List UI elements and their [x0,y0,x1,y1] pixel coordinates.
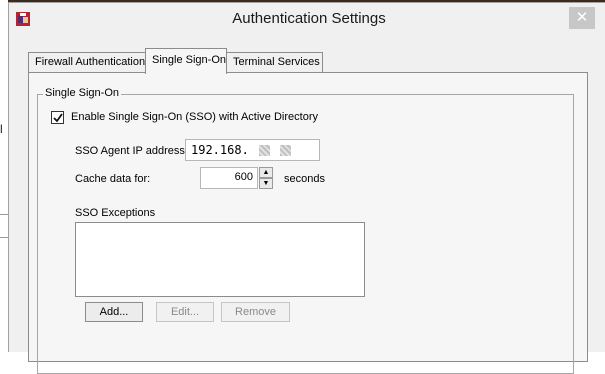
background-divider [0,214,8,215]
checkmark-icon [53,113,63,123]
add-exception-button[interactable]: Add... [85,302,143,322]
spin-up-icon[interactable]: ▲ [259,167,273,178]
cache-unit-label: seconds [284,173,325,185]
cache-label: Cache data for: [75,173,151,185]
cache-duration-spinner: ▲ ▼ [259,167,273,189]
edit-button-label: Edit... [170,306,200,318]
authentication-settings-dialog: Authentication Settings ✕ Firewall Authe… [8,2,605,374]
enable-sso-checkbox[interactable] [51,111,64,124]
dialog-title: Authentication Settings [232,10,386,27]
sso-group-label: Single Sign-On [43,87,121,99]
single-sign-on-panel: Single Sign-On Enable Single Sign-On (SS… [28,72,588,374]
tab-label: Firewall Authentication [35,56,146,68]
enable-sso-label[interactable]: Enable Single Sign-On (SSO) with Active … [71,111,318,123]
agent-ip-value: 192.168. [191,143,249,157]
background-window-strip [0,0,8,352]
background-text-fragment: l [0,122,3,136]
cache-value: 600 [234,171,253,183]
tab-label: Single Sign-On [152,54,226,66]
agent-ip-label: SSO Agent IP address: [75,145,188,157]
remove-exception-button[interactable]: Remove [221,302,290,322]
add-button-label: Add... [99,306,129,318]
tab-terminal-services[interactable]: Terminal Services [226,52,323,73]
cache-duration-input[interactable]: 600 [200,167,258,189]
redacted-octet [280,145,292,156]
background-divider [0,237,8,238]
redacted-octet [259,145,271,156]
remove-button-label: Remove [235,306,276,318]
edit-exception-button[interactable]: Edit... [156,302,214,322]
tab-single-sign-on[interactable]: Single Sign-On [145,48,227,74]
close-icon: ✕ [575,9,589,26]
tab-label: Terminal Services [233,56,320,68]
sso-exceptions-list[interactable] [75,222,365,297]
sso-exceptions-label: SSO Exceptions [75,207,156,219]
spin-down-icon[interactable]: ▼ [259,178,273,189]
agent-ip-input[interactable]: 192.168. [185,139,320,161]
tab-firewall-authentication[interactable]: Firewall Authentication [28,52,146,73]
title-bar[interactable]: Authentication Settings ✕ [9,3,605,36]
close-button[interactable]: ✕ [569,7,595,29]
